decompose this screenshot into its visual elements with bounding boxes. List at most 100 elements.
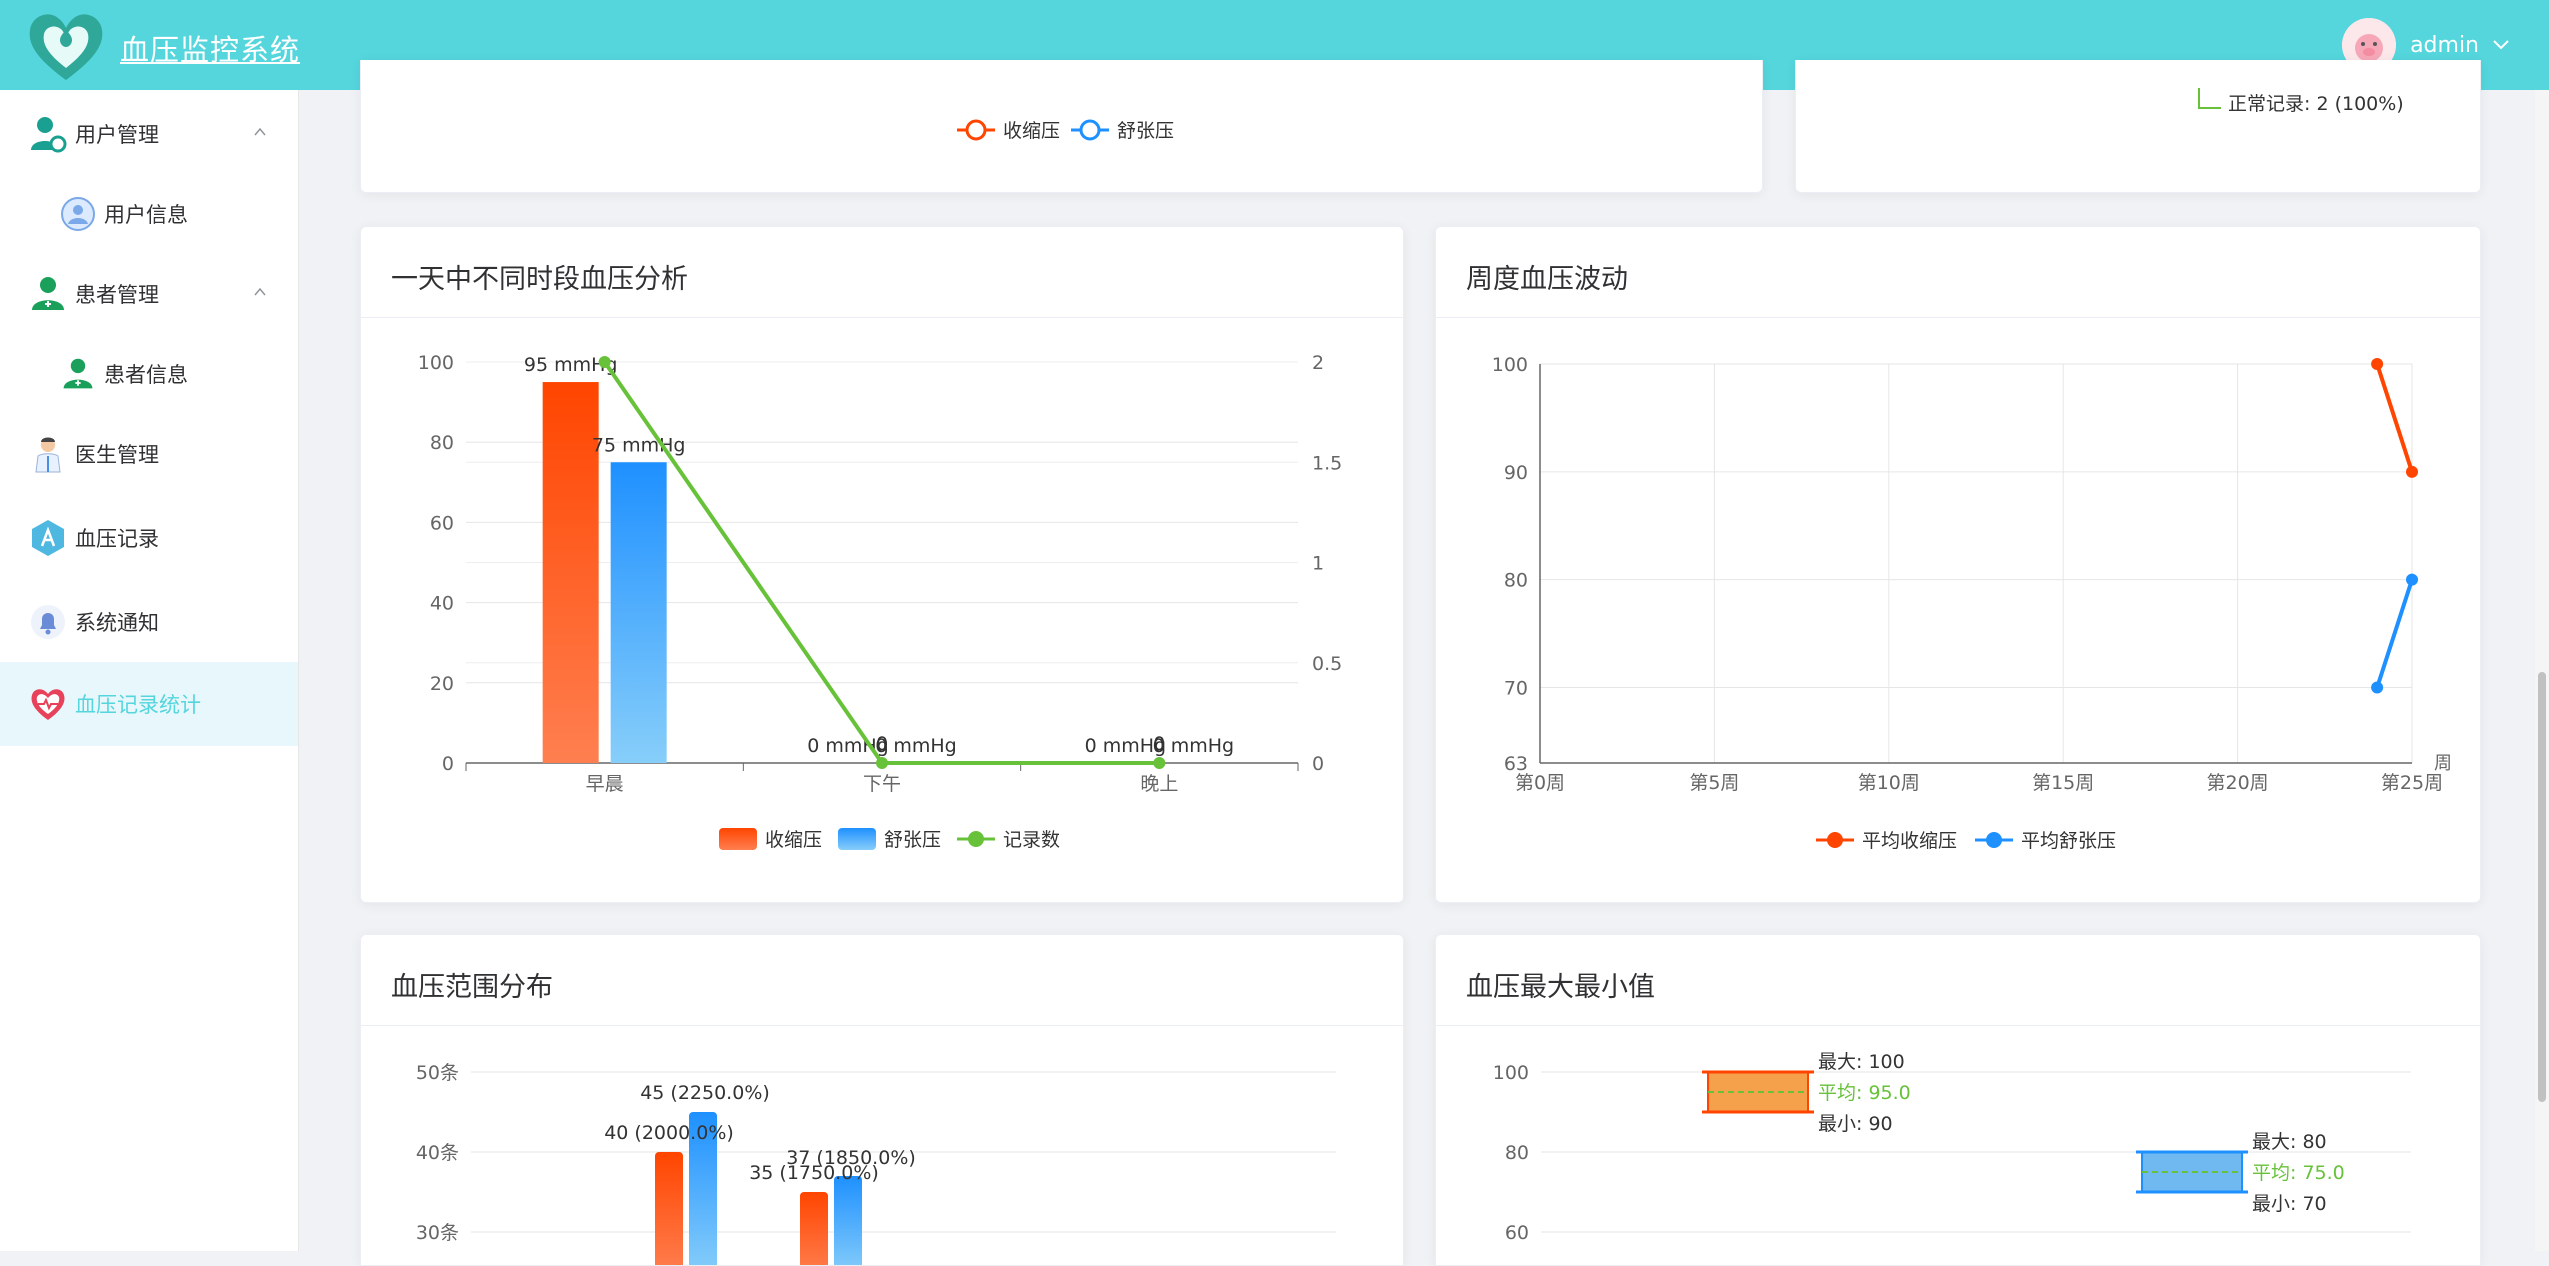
bar-systolic bbox=[655, 1152, 683, 1265]
sidebar-item-label: 系统通知 bbox=[75, 611, 159, 635]
x-tick-label: 第5周 bbox=[1689, 772, 1739, 794]
sidebar-item-bp-statistics[interactable]: 血压记录统计 bbox=[0, 662, 298, 746]
user-settings-icon bbox=[28, 114, 68, 154]
y-tick-label: 40 bbox=[430, 593, 454, 615]
top-chart-card: 收缩压 舒张压 bbox=[360, 60, 1763, 193]
y-tick-label: 70 bbox=[1504, 678, 1528, 700]
period-analysis-card: 一天中不同时段血压分析 0 20 40 60 80 100 0 0.5 1 1.5 2 早晨 下午 晚上 9… bbox=[360, 226, 1404, 903]
sidebar-item-notifications[interactable]: 系统通知 bbox=[0, 582, 298, 662]
legend-label: 舒张压 bbox=[884, 829, 941, 851]
bar-diastolic bbox=[610, 462, 667, 763]
page-scrollbar[interactable] bbox=[2535, 90, 2549, 1251]
y2-tick-label: 1.5 bbox=[1312, 452, 1342, 474]
point-record-count bbox=[876, 757, 888, 769]
heart-pulse-icon bbox=[28, 684, 68, 724]
x-tick-label: 第10周 bbox=[1858, 772, 1920, 794]
max-min-card: 血压最大最小值 60 80 100 最大: 100 平均: 95.0 最小: 90 最大: … bbox=[1435, 934, 2481, 1266]
x-tick-label: 第25周 bbox=[2381, 772, 2443, 794]
y2-tick-label: 0 bbox=[1312, 753, 1324, 775]
x-tick-label: 第15周 bbox=[2032, 772, 2094, 794]
sidebar-item-label: 患者信息 bbox=[104, 363, 188, 387]
x-tick-label: 早晨 bbox=[586, 773, 624, 795]
legend-label: 记录数 bbox=[1003, 829, 1060, 851]
line-avg-systolic bbox=[2375, 363, 2414, 473]
min-label: 最小: 70 bbox=[2252, 1193, 2327, 1215]
sidebar-item-label: 患者管理 bbox=[75, 283, 159, 307]
data-label: 0 bbox=[876, 733, 888, 755]
top-tree-chart: 正常记录: 2 (100%) bbox=[2198, 88, 2404, 115]
legend-systolic[interactable]: 收缩压 bbox=[957, 119, 1060, 142]
app-title[interactable]: 血压监控系统 bbox=[120, 27, 300, 69]
data-label: 75 mmHg bbox=[592, 434, 686, 456]
y-tick-label: 60 bbox=[430, 512, 454, 534]
x-tick-label: 下午 bbox=[863, 773, 901, 795]
legend-swatch bbox=[1986, 832, 2002, 848]
chevron-up-icon[interactable] bbox=[254, 126, 266, 138]
point-avg-systolic bbox=[2371, 358, 2384, 370]
scrollbar-thumb[interactable] bbox=[2538, 672, 2546, 1102]
y-tick-label: 0 bbox=[442, 753, 454, 775]
sidebar-item-patient-management[interactable]: 患者管理 bbox=[0, 254, 298, 334]
legend-label: 收缩压 bbox=[1003, 120, 1060, 142]
patient-icon bbox=[58, 354, 98, 394]
sidebar-item-label: 血压记录统计 bbox=[75, 693, 201, 717]
y-tick-label: 30条 bbox=[416, 1222, 459, 1244]
y-tick-label: 60 bbox=[1505, 1222, 1529, 1244]
point-record-count bbox=[1153, 757, 1166, 769]
legend-diastolic[interactable]: 舒张压 bbox=[1071, 119, 1174, 142]
top-chart-legend: 收缩压 舒张压 bbox=[957, 119, 1174, 142]
patient-icon bbox=[28, 274, 68, 314]
y-tick-label: 100 bbox=[1492, 354, 1528, 376]
range-distribution-card: 血压范围分布 30条 40条 50条 40 (2000.0%) 45 (2250.0%)… bbox=[360, 934, 1404, 1266]
legend-label: 收缩压 bbox=[765, 829, 822, 851]
y-tick-label: 90 bbox=[1504, 462, 1528, 484]
sidebar-item-label: 医生管理 bbox=[75, 443, 159, 467]
y-tick-label: 50条 bbox=[416, 1062, 459, 1084]
sidebar-item-bp-records[interactable]: 血压记录 bbox=[0, 498, 298, 578]
legend-label: 平均舒张压 bbox=[2021, 830, 2116, 852]
chevron-down-icon[interactable] bbox=[2493, 40, 2509, 50]
avg-label: 平均: 95.0 bbox=[1818, 1082, 1911, 1104]
min-label: 最小: 90 bbox=[1818, 1113, 1893, 1135]
line-avg-diastolic bbox=[2375, 579, 2414, 689]
chevron-up-icon[interactable] bbox=[254, 286, 266, 298]
legend-swatch bbox=[719, 828, 757, 850]
y-tick-label: 80 bbox=[1504, 570, 1528, 592]
x-axis-label: 周 bbox=[2434, 753, 2452, 774]
username[interactable]: admin bbox=[2410, 33, 2479, 58]
data-label: 0 bbox=[1153, 733, 1165, 755]
legend-swatch bbox=[838, 828, 876, 850]
legend-label: 舒张压 bbox=[1117, 120, 1174, 142]
heart-logo-icon bbox=[29, 14, 103, 80]
data-label: 37 (1850.0%) bbox=[786, 1147, 916, 1169]
sidebar-item-user-management[interactable]: 用户管理 bbox=[0, 94, 298, 174]
bp-record-icon bbox=[28, 518, 68, 558]
x-tick-label: 第20周 bbox=[2207, 772, 2269, 794]
y-tick-label: 80 bbox=[430, 432, 454, 454]
weekly-chart: 63708090100第0周 第5周 第10周 第15周 第20周 第25周周平均收缩压平… bbox=[1492, 354, 2452, 852]
bar-systolic bbox=[542, 382, 599, 763]
point-avg-diastolic bbox=[2406, 573, 2418, 586]
weekly-fluctuation-card: 周度血压波动 63 70 80 90 100 第0周 第5周 第10周 第15周 第20周 第25周… bbox=[1435, 226, 2481, 903]
sidebar-item-patient-info[interactable]: 患者信息 bbox=[0, 334, 298, 414]
y-tick-label: 100 bbox=[418, 352, 454, 374]
y2-tick-label: 0.5 bbox=[1312, 653, 1342, 675]
bar-diastolic bbox=[834, 1176, 862, 1265]
sidebar-item-user-info[interactable]: 用户信息 bbox=[0, 174, 298, 254]
y-tick-label: 80 bbox=[1505, 1142, 1529, 1164]
sidebar-item-label: 血压记录 bbox=[75, 527, 159, 551]
bar-systolic bbox=[800, 1192, 828, 1265]
user-circle-icon bbox=[58, 194, 98, 234]
avg-label: 平均: 75.0 bbox=[2252, 1162, 2345, 1184]
y-tick-label: 20 bbox=[430, 673, 454, 695]
max-label: 最大: 80 bbox=[2252, 1131, 2327, 1153]
sidebar-item-doctor-management[interactable]: 医生管理 bbox=[0, 414, 298, 494]
data-label: 40 (2000.0%) bbox=[604, 1122, 734, 1144]
point-avg-systolic bbox=[2406, 465, 2418, 478]
range-chart: 30条40条50条40 (2000.0%)45 (2250.0%)35 (175… bbox=[416, 1062, 1336, 1265]
y2-tick-label: 1 bbox=[1312, 553, 1324, 575]
top-tree-card: 正常记录: 2 (100%) bbox=[1795, 60, 2481, 193]
y2-tick-label: 2 bbox=[1312, 352, 1324, 374]
sidebar-item-label: 用户管理 bbox=[75, 123, 159, 147]
max-label: 最大: 100 bbox=[1818, 1051, 1905, 1073]
